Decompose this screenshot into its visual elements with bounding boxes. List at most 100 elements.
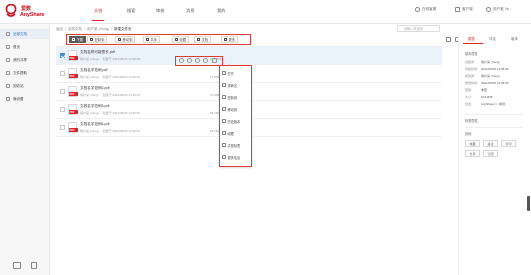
folder-icon — [6, 32, 10, 36]
menu-item-open[interactable]: 打开 — [222, 68, 250, 78]
move-to-button[interactable]: 移动到 — [115, 36, 136, 43]
prop-value: 用户某 (Yang) — [481, 60, 500, 64]
prop-value: 104.4KB — [481, 95, 493, 99]
row-checkbox[interactable] — [60, 89, 65, 94]
prop-value: 非密 — [481, 88, 488, 92]
sidebar-item-recycle[interactable]: 回收站 — [0, 81, 50, 91]
sidebar-item-home[interactable]: 首页 — [0, 42, 50, 52]
brand-cn: 爱数 — [21, 6, 32, 12]
anyshare-logo[interactable]: 爱数 AnyShare — [5, 3, 47, 20]
row-checkbox[interactable] — [60, 107, 65, 112]
row-checkbox[interactable] — [60, 53, 65, 58]
sidebar-item-my-shares[interactable]: 我的共享 — [0, 55, 50, 65]
file-owner: 用户某 (Yang) — [80, 75, 99, 79]
menu-item-move-to[interactable]: 移动到 — [222, 104, 250, 114]
nav-review[interactable]: 审核 — [156, 8, 164, 14]
sidebar-item-settings[interactable]: 偏设置 — [0, 94, 50, 104]
tag-icon — [222, 143, 226, 147]
row-checkbox[interactable] — [60, 125, 65, 130]
file-name[interactable]: 文档名字范例4.pdf — [80, 122, 110, 127]
trash-icon — [6, 84, 10, 88]
more-icon[interactable] — [212, 58, 217, 63]
menu-item-tags[interactable]: 文档标签 — [222, 140, 250, 150]
nav-mine[interactable]: 我的 — [217, 8, 225, 14]
file-time: 创建于 2021/05/26 14:38:35 — [102, 57, 140, 61]
file-owner: 用户某 (Yang) — [80, 111, 99, 115]
sidebar-item-label: 文件提取 — [13, 70, 27, 75]
file-owner: 用户某 (Yang) — [80, 57, 99, 61]
row-checkbox[interactable] — [60, 71, 65, 76]
section-other[interactable]: 其他 — [465, 131, 471, 136]
favorite-button[interactable]: 收藏 — [172, 36, 190, 43]
prop-value: 用户某 (Yang) — [481, 74, 500, 78]
print-button[interactable]: 打印 — [501, 140, 516, 147]
copy-icon — [222, 95, 226, 99]
download-label: 下载 — [76, 38, 84, 42]
user-menu[interactable]: 用户某 Ye... — [486, 7, 512, 12]
scrollbar[interactable] — [527, 196, 530, 211]
support-label: 在线客服 — [422, 7, 437, 11]
mobile-icon[interactable] — [31, 262, 37, 269]
share-button[interactable]: 分享 — [465, 150, 480, 157]
table-row[interactable]: 文档名称可能很长.pdf 用户某 (Yang) 创建于 2021/05/26 1… — [56, 47, 442, 65]
brand-en: AnyShare — [20, 12, 45, 18]
breadcrumb-user[interactable]: 用户某 (Yang) — [87, 27, 109, 32]
doc-button[interactable]: 文档 — [194, 36, 212, 43]
share-label: 共享 — [150, 38, 158, 42]
share-icon[interactable] — [187, 58, 192, 63]
sidebar-item-label: 偏设置 — [13, 96, 24, 101]
tab-comments[interactable]: 评论 — [489, 37, 496, 42]
favorite-button[interactable]: 收藏 — [465, 140, 480, 147]
menu-item-more-info[interactable]: 更多信息 — [222, 152, 250, 162]
preview-icon[interactable] — [179, 58, 184, 63]
sidebar-item-file-extract[interactable]: 文件提取 — [0, 68, 50, 78]
menu-item-history[interactable]: 历史版本 — [222, 116, 250, 126]
prop-key: 大小: — [465, 95, 472, 99]
support-link[interactable]: 在线客服 — [415, 7, 436, 12]
sort-icon[interactable] — [446, 37, 451, 42]
logo-icon — [5, 4, 17, 17]
menu-item-favorite[interactable]: 收藏 — [222, 128, 250, 138]
file-name[interactable]: 文档名字范例3.pdf — [80, 104, 110, 109]
rename-icon — [222, 83, 226, 87]
desktop-icon[interactable] — [13, 262, 21, 269]
search-input[interactable]: 请输入关键字 — [397, 25, 440, 32]
info-icon — [222, 155, 226, 159]
section-tags[interactable]: 标签属性 — [465, 118, 478, 123]
file-time: 创建于 2021/05/26 14:36:35 — [102, 93, 140, 97]
copy-to-button[interactable]: 复制到 — [87, 36, 108, 43]
sidebar-item-all-docs[interactable]: 全部文档 — [0, 29, 50, 39]
follow-button[interactable]: 关注 — [483, 140, 498, 147]
file-name[interactable]: 文档名称可能很长.pdf — [80, 50, 115, 55]
file-owner: 用户某 (Yang) — [80, 129, 99, 133]
menu-item-copy-to[interactable]: 复制到 — [222, 92, 250, 102]
menu-item-rename[interactable]: 重命名 — [222, 80, 250, 90]
tab-properties[interactable]: 属性 — [468, 37, 475, 42]
download-icon[interactable] — [203, 58, 208, 63]
download-button[interactable]: 下载 — [69, 36, 87, 43]
client-link[interactable]: 客户端 — [455, 7, 473, 12]
prop-row: 创建者: 用户某 (Yang) — [465, 60, 500, 64]
pdf-file-icon — [68, 50, 78, 61]
file-name[interactable]: 文档名字范例.pdf — [80, 68, 108, 73]
tab-versions[interactable]: 版本 — [511, 37, 518, 42]
share-button[interactable]: 共享 — [143, 36, 161, 43]
nav-documents[interactable]: 文档 — [91, 8, 105, 21]
user-label: 用户某 Ye... — [493, 7, 512, 11]
prop-row: 位置: AnyShare://...新建... — [465, 102, 508, 106]
pdf-file-icon — [68, 122, 78, 133]
doc-icon — [197, 38, 200, 41]
section-basic[interactable]: 基本属性 — [465, 51, 478, 56]
more-button[interactable]: 更多 — [221, 36, 239, 43]
breadcrumb-all-docs[interactable]: 全部文档 — [68, 27, 82, 32]
subscribe-button[interactable]: 订阅 — [483, 150, 498, 157]
file-name[interactable]: 文档名字范例2.pdf — [80, 86, 110, 91]
link-icon[interactable] — [195, 58, 200, 63]
breadcrumb-back[interactable]: 返回 — [56, 27, 63, 32]
history-icon — [222, 119, 226, 123]
nav-messages[interactable]: 消息 — [186, 8, 194, 14]
prop-row: 大小: 104.4KB — [465, 95, 493, 99]
prop-row: 修改者: 用户某 (Yang) — [465, 74, 500, 78]
open-icon — [222, 71, 226, 75]
nav-search[interactable]: 搜索 — [127, 8, 135, 14]
